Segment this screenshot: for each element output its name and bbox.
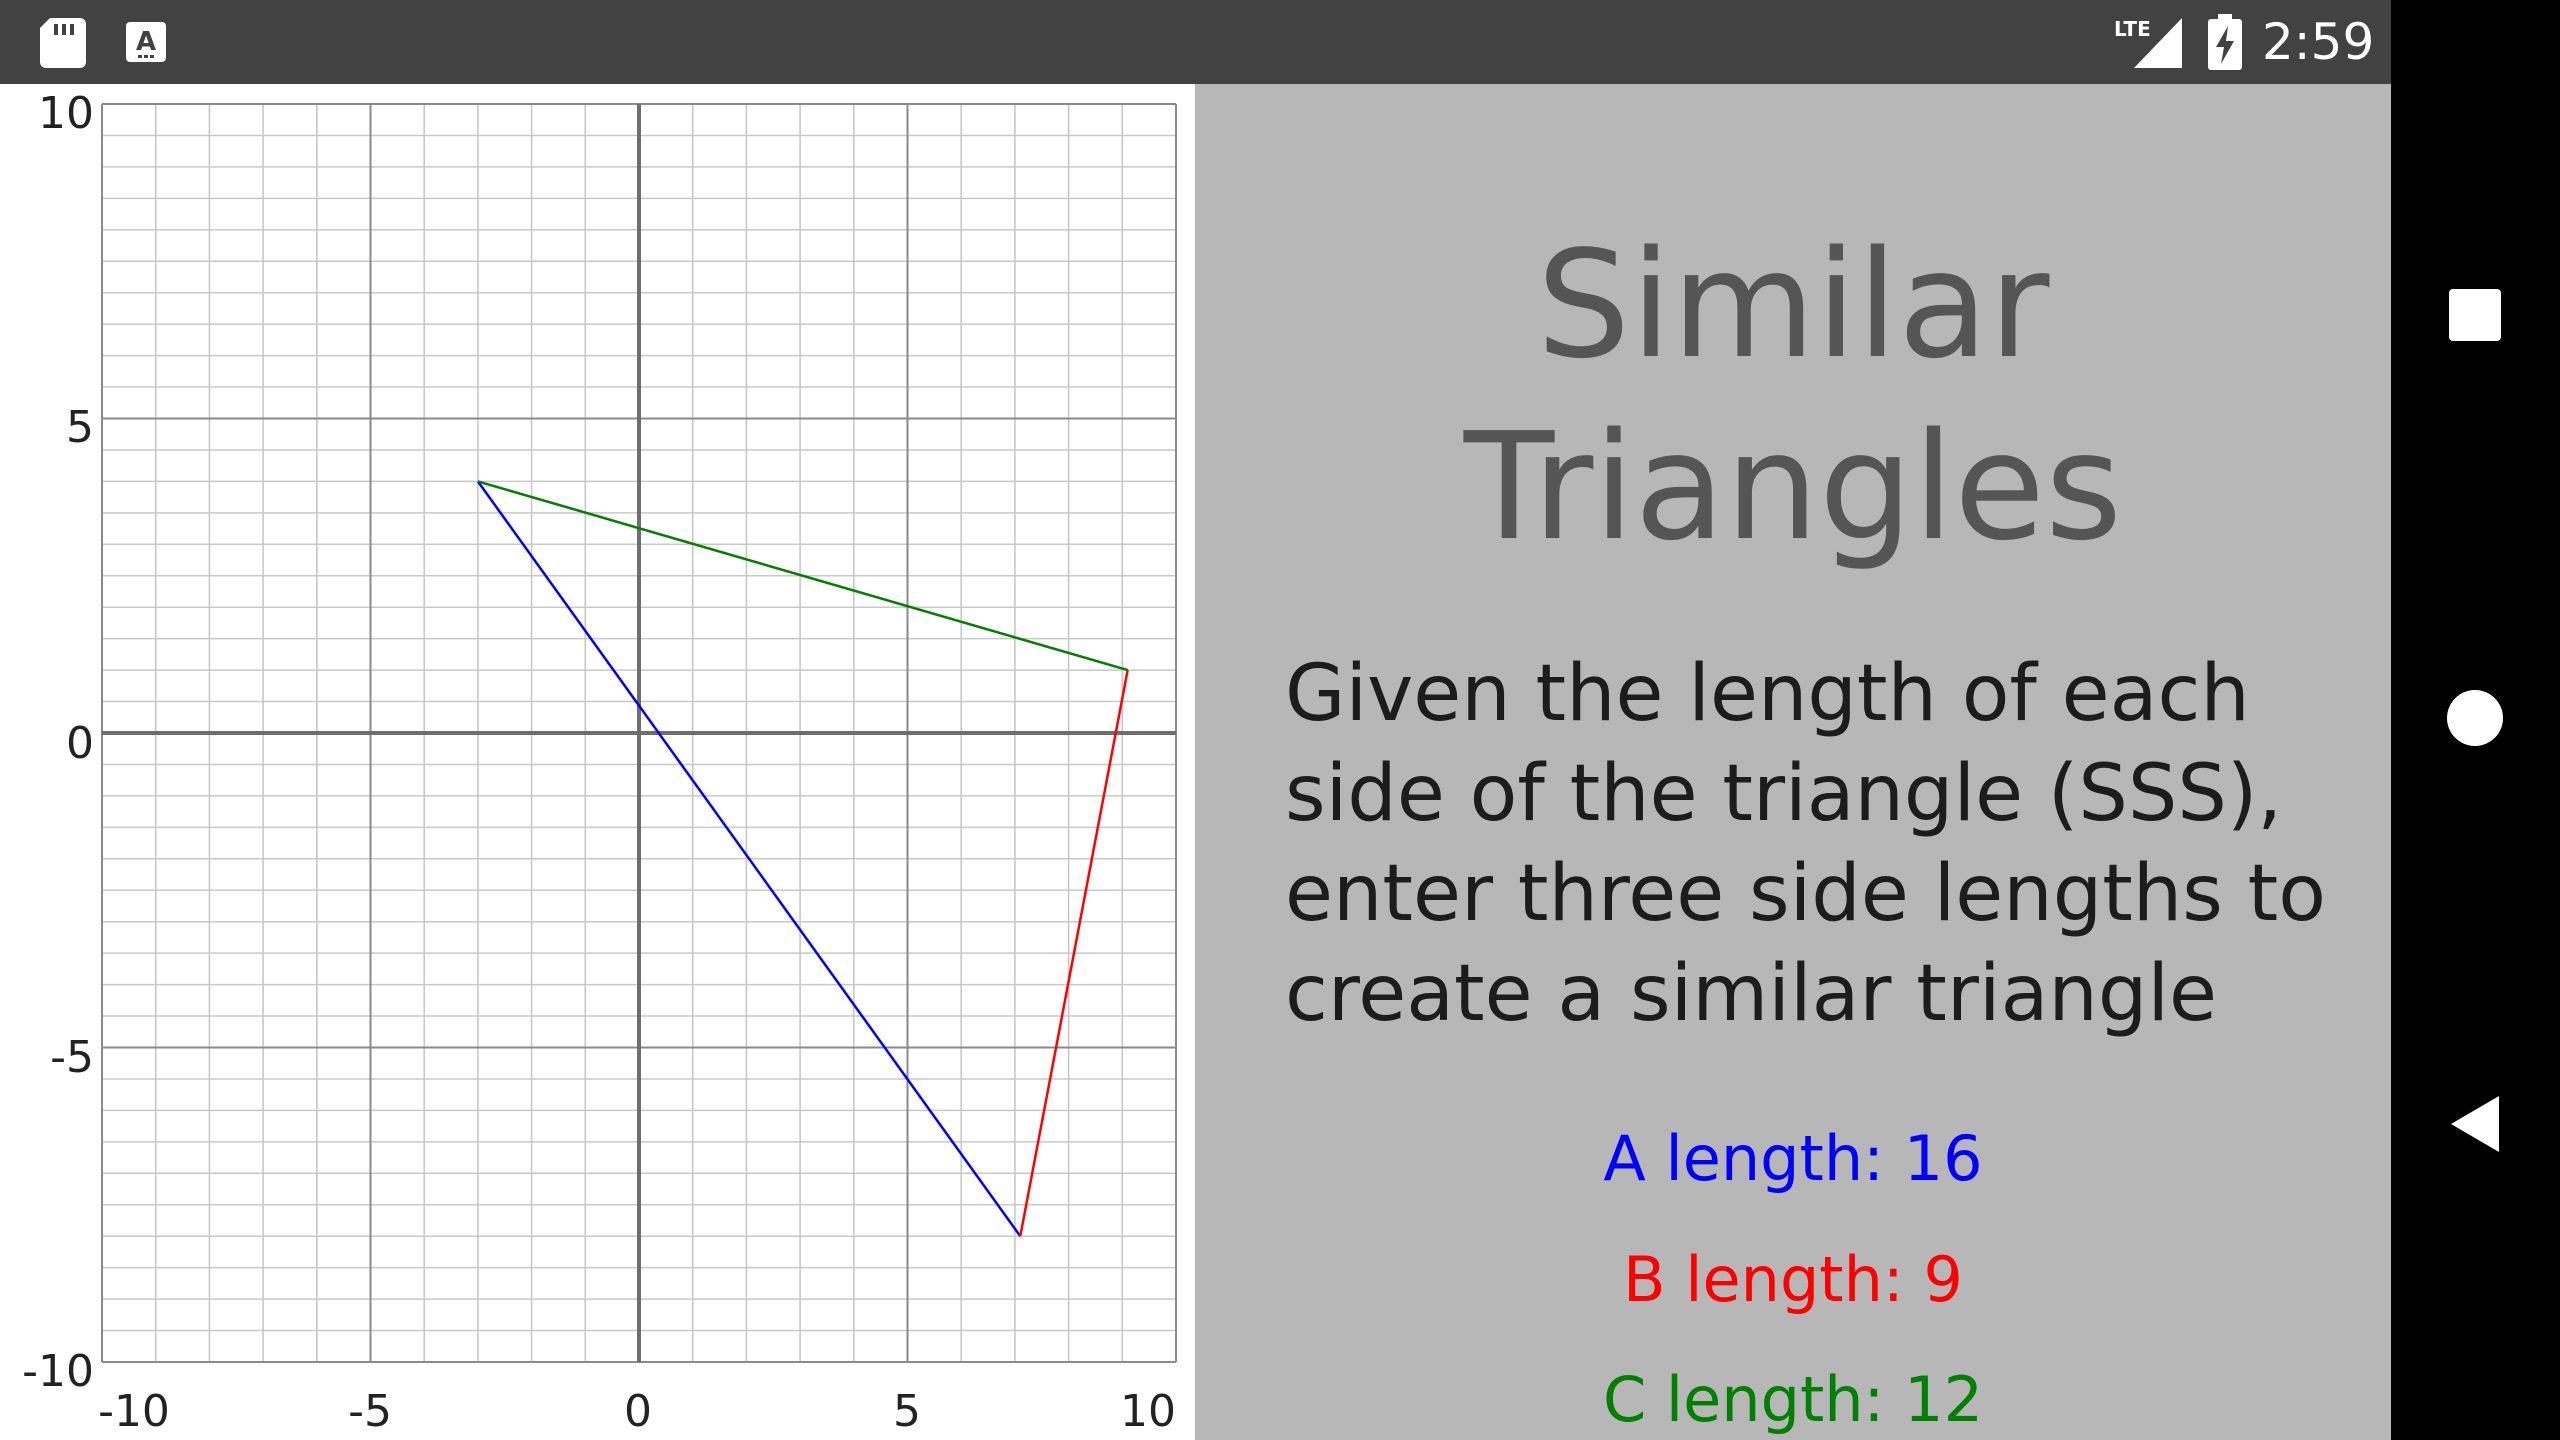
- side-c-length[interactable]: C length: 12: [1195, 1360, 2391, 1440]
- x-tick-label: -10: [98, 1386, 170, 1437]
- keyboard-icon: A: [126, 22, 166, 62]
- instructions-text: Given the length of each side of the tri…: [1285, 649, 2326, 1039]
- network-type: LTE: [2114, 17, 2151, 41]
- status-bar: A LTE 2:59: [0, 0, 2391, 84]
- navigation-bar: [2391, 0, 2560, 1440]
- side-a-length[interactable]: A length: 16: [1195, 1119, 2391, 1199]
- back-button[interactable]: [2425, 1074, 2525, 1174]
- y-tick-label: 10: [38, 88, 94, 139]
- recents-button[interactable]: [2425, 265, 2525, 365]
- y-tick-label: -5: [50, 1032, 94, 1083]
- back-icon: [2451, 1096, 2499, 1152]
- sd-card-icon: [40, 18, 86, 68]
- y-tick-label: 5: [66, 402, 94, 453]
- title-line-1: Similar: [1536, 219, 2050, 391]
- title-line-2: Triangles: [1463, 401, 2123, 573]
- page-title: Similar Triangles: [1195, 214, 2391, 578]
- home-button[interactable]: [2425, 668, 2525, 768]
- device-screen: A LTE 2:59 10 5 0 -5 -10 -10 -5 0 5 10 S…: [0, 0, 2560, 1440]
- lte-signal-icon: LTE: [2112, 14, 2184, 70]
- y-tick-label: -10: [22, 1346, 94, 1397]
- battery-charging-icon: [2208, 14, 2242, 70]
- svg-text:A: A: [136, 27, 156, 57]
- x-tick-label: 10: [1120, 1386, 1176, 1437]
- info-panel: Similar Triangles Given the length of ea…: [1195, 84, 2391, 1440]
- coordinate-graph[interactable]: 10 5 0 -5 -10 -10 -5 0 5 10: [0, 84, 1195, 1440]
- graph-canvas[interactable]: 10 5 0 -5 -10 -10 -5 0 5 10: [0, 84, 1195, 1440]
- recents-icon: [2449, 289, 2501, 341]
- side-b-length[interactable]: B length: 9: [1195, 1240, 2391, 1320]
- x-tick-label: 0: [624, 1386, 652, 1437]
- y-tick-label: 0: [66, 718, 94, 769]
- status-clock: 2:59: [2262, 13, 2375, 71]
- home-icon: [2447, 690, 2503, 746]
- x-tick-label: 5: [893, 1386, 921, 1437]
- x-tick-label: -5: [348, 1386, 392, 1437]
